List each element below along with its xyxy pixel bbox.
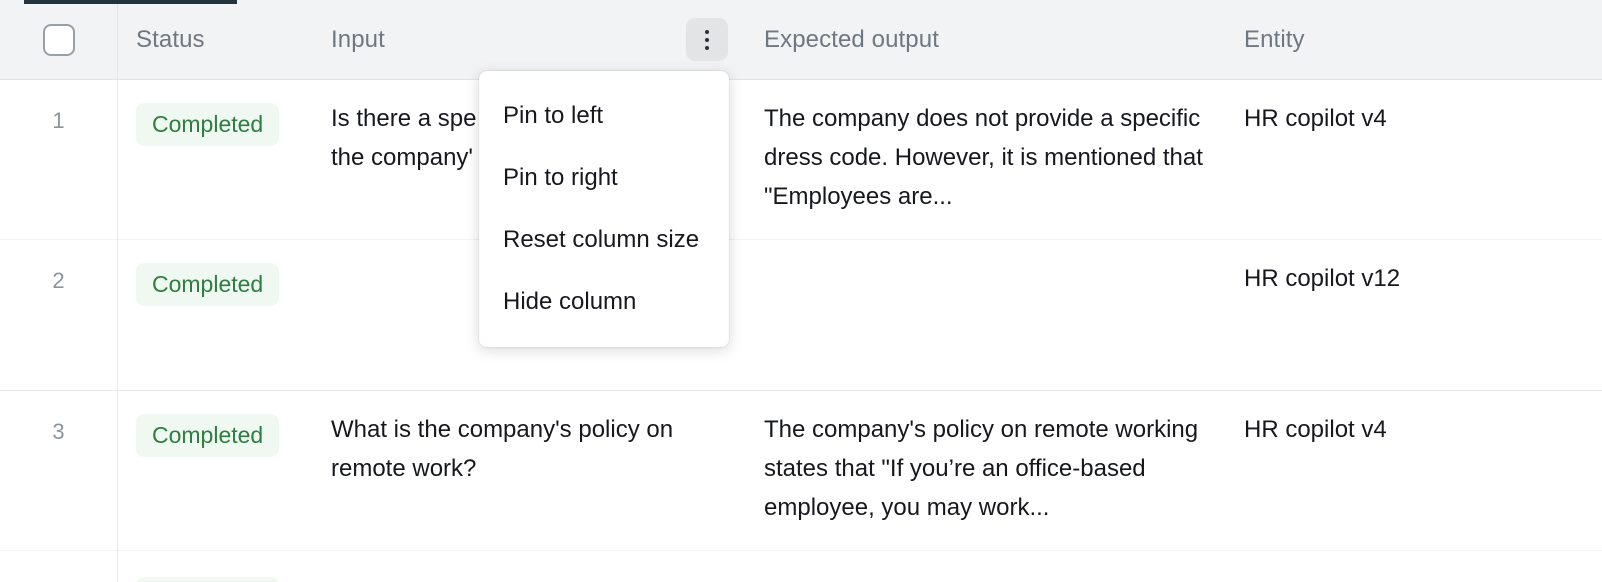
menu-item-pin-to-left[interactable]: Pin to left (479, 85, 729, 147)
column-context-menu: Pin to left Pin to right Reset column si… (479, 71, 729, 347)
column-header-entity-label: Entity (1244, 25, 1305, 53)
column-header-expected-output-label: Expected output (764, 25, 939, 53)
column-options-kebab-icon[interactable] (686, 18, 728, 61)
row-input-cell: What is the company's policy on remote w… (331, 416, 674, 482)
column-header-entity[interactable]: Entity (1244, 0, 1305, 79)
row-status-cell: Completed (136, 577, 316, 582)
menu-item-pin-to-right-label: Pin to right (503, 164, 618, 191)
menu-item-hide-column-label: Hide column (503, 288, 637, 315)
table-row[interactable]: Completed (0, 551, 1602, 582)
table-row[interactable]: 1 Completed Is there a spe the company' … (0, 80, 1602, 238)
row-number: 1 (52, 108, 65, 133)
status-badge: Completed (136, 263, 280, 306)
status-badge: Completed (136, 414, 280, 457)
column-header-input[interactable]: Input (331, 0, 385, 79)
select-all-checkbox[interactable] (42, 23, 75, 56)
row-expected-output-cell: The company's policy on remote working s… (764, 416, 1199, 521)
pinned-column-divider (117, 0, 118, 79)
table-header: Status Input Expected output Entity (0, 0, 1602, 80)
status-badge: Completed (136, 577, 280, 582)
column-header-status[interactable]: Status (136, 0, 205, 79)
row-number: 3 (52, 419, 65, 444)
kebab-dot (705, 29, 709, 34)
row-entity-cell: HR copilot v4 (1244, 105, 1387, 132)
data-grid-screen: Status Input Expected output Entity 1 Co… (0, 0, 1602, 582)
menu-item-reset-column-size[interactable]: Reset column size (479, 209, 729, 271)
menu-item-reset-column-size-label: Reset column size (503, 226, 700, 253)
row-status-cell: Completed (136, 414, 316, 457)
row-expected-output-cell: The company does not provide a specific … (764, 105, 1203, 210)
menu-item-pin-to-left-label: Pin to left (503, 102, 604, 129)
row-status-cell: Completed (136, 103, 316, 146)
select-all-header-cell (0, 0, 117, 79)
row-status-cell: Completed (136, 263, 316, 306)
kebab-dot (705, 37, 709, 42)
column-header-status-label: Status (136, 25, 205, 53)
menu-item-pin-to-right[interactable]: Pin to right (479, 147, 729, 209)
table-row[interactable]: 2 Completed HR copilot v12 (0, 240, 1602, 389)
menu-item-hide-column[interactable]: Hide column (479, 271, 729, 333)
active-tab-indicator (24, 0, 237, 4)
pinned-column-divider-body (117, 80, 118, 582)
column-header-input-label: Input (331, 25, 385, 53)
table-body: 1 Completed Is there a spe the company' … (0, 80, 1602, 582)
row-entity-cell: HR copilot v4 (1244, 416, 1387, 443)
column-header-expected-output[interactable]: Expected output (764, 0, 939, 79)
row-entity-cell: HR copilot v12 (1244, 265, 1401, 292)
status-badge: Completed (136, 103, 280, 146)
row-number: 2 (52, 268, 65, 293)
kebab-dot (705, 45, 709, 50)
